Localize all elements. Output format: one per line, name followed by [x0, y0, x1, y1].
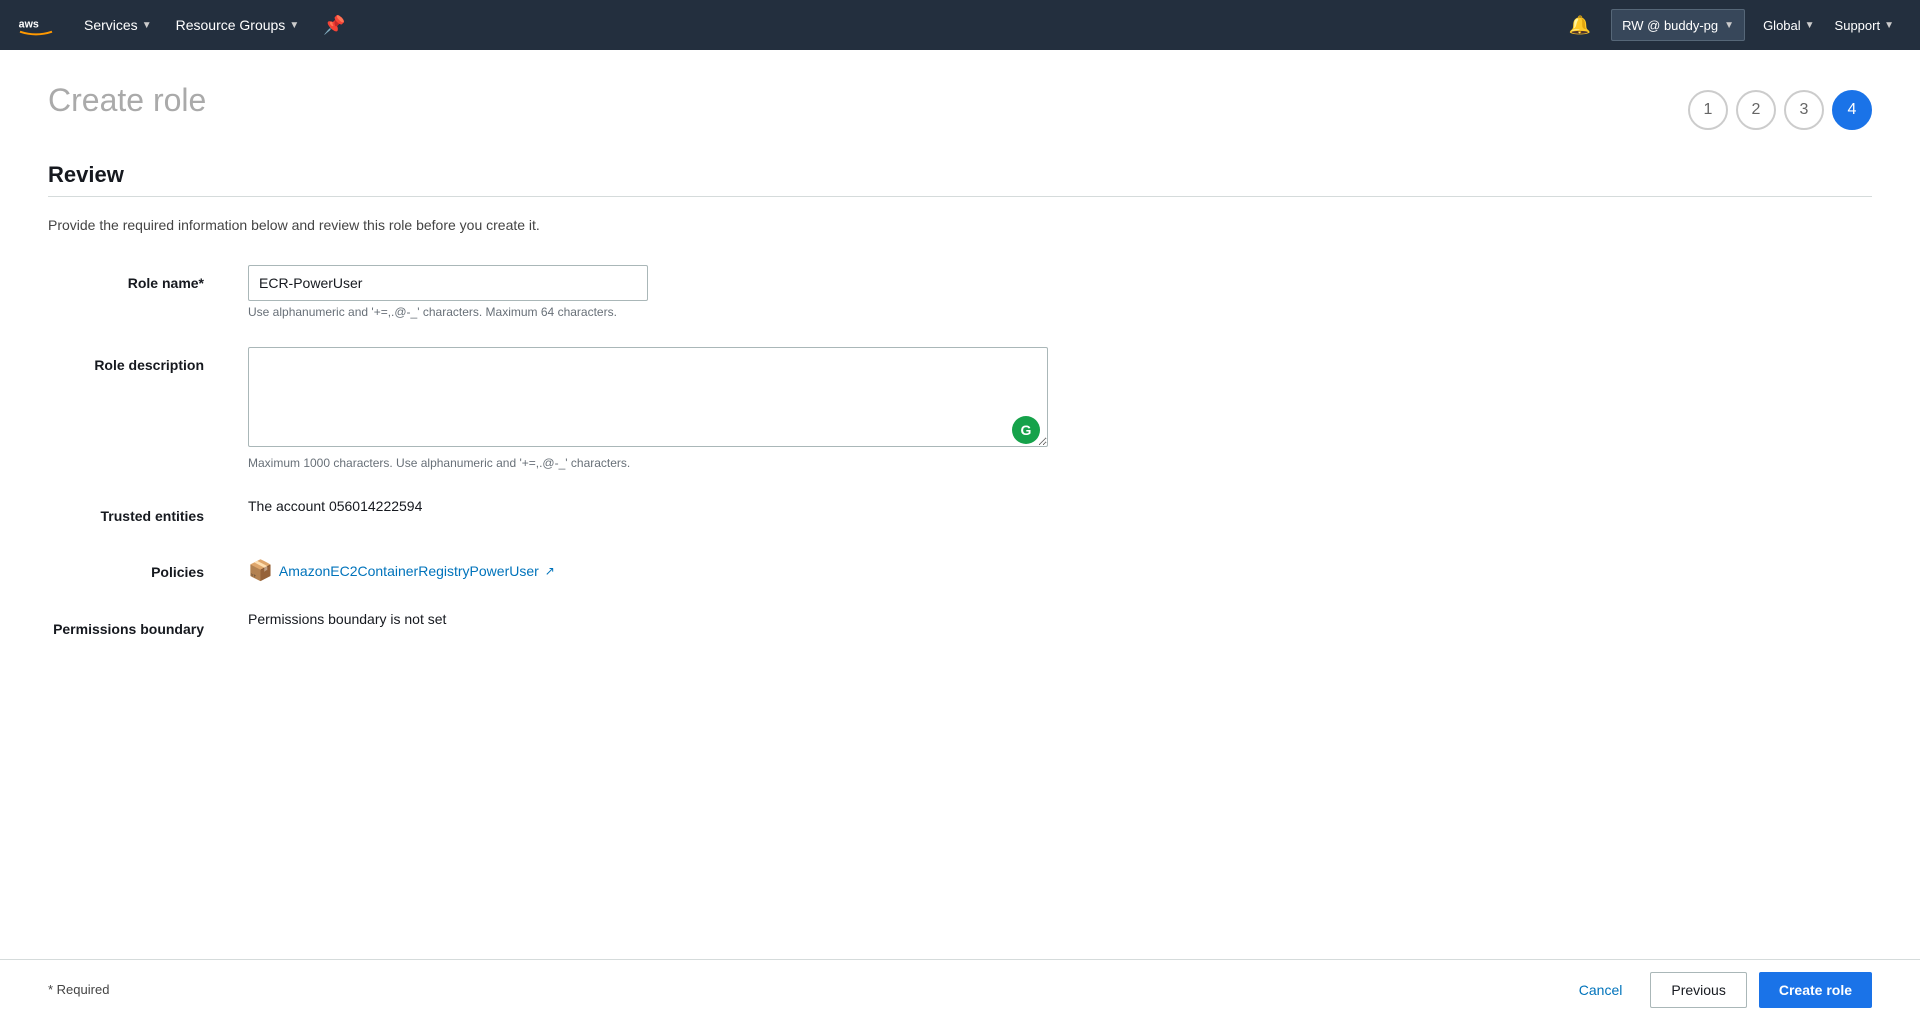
- region-menu[interactable]: Global ▼: [1753, 0, 1824, 50]
- policies-value-col: 📦 AmazonEC2ContainerRegistryPowerUser ↗: [248, 554, 1872, 583]
- account-menu[interactable]: RW @ buddy-pg ▼: [1611, 9, 1745, 41]
- section-description: Provide the required information below a…: [48, 217, 1872, 233]
- role-description-hint: Maximum 1000 characters. Use alphanumeri…: [248, 456, 1872, 470]
- support-menu[interactable]: Support ▼: [1825, 0, 1904, 50]
- trusted-entities-label: Trusted entities: [101, 496, 224, 534]
- resource-groups-chevron-icon: ▼: [289, 20, 299, 31]
- region-label: Global: [1763, 18, 1801, 33]
- page-header: Create role 1 2 3 4: [48, 82, 1872, 130]
- policy-name: AmazonEC2ContainerRegistryPowerUser: [279, 563, 539, 579]
- role-name-input[interactable]: [248, 265, 648, 301]
- required-label: * Required: [48, 982, 109, 997]
- account-chevron-icon: ▼: [1724, 20, 1734, 31]
- trusted-entities-value-col: The account 056014222594: [248, 498, 1872, 516]
- policies-label: Policies: [151, 552, 224, 590]
- role-description-value-col: G Maximum 1000 characters. Use alphanume…: [248, 347, 1872, 470]
- cancel-button[interactable]: Cancel: [1563, 974, 1639, 1006]
- create-role-button[interactable]: Create role: [1759, 972, 1872, 1008]
- policies-row: Policies 📦 AmazonEC2ContainerRegistryPow…: [48, 554, 1872, 583]
- permissions-boundary-value: Permissions boundary is not set: [248, 599, 446, 627]
- external-link-icon: ↗: [545, 564, 555, 578]
- pin-icon[interactable]: 📌: [311, 0, 357, 50]
- role-name-row: Role name* Use alphanumeric and '+=,.@-_…: [48, 265, 1872, 319]
- trusted-entities-value: The account 056014222594: [248, 486, 422, 514]
- navbar: aws Services ▼ Resource Groups ▼ 📌 🔔 RW …: [0, 0, 1920, 50]
- trusted-entities-row: Trusted entities The account 05601422259…: [48, 498, 1872, 526]
- svg-text:aws: aws: [19, 19, 39, 31]
- region-chevron-icon: ▼: [1805, 20, 1815, 31]
- policy-box-icon: 📦: [248, 558, 273, 583]
- role-name-label-col: Role name*: [48, 265, 248, 293]
- resource-groups-label: Resource Groups: [176, 17, 286, 33]
- step-indicator: 1 2 3 4: [1688, 90, 1872, 130]
- support-chevron-icon: ▼: [1884, 20, 1894, 31]
- role-name-label: Role name*: [128, 263, 224, 301]
- support-label: Support: [1835, 18, 1881, 33]
- page-footer: * Required Cancel Previous Create role: [0, 959, 1920, 1019]
- role-description-textarea[interactable]: [248, 347, 1048, 447]
- resource-groups-nav-item[interactable]: Resource Groups ▼: [164, 0, 312, 50]
- step-1[interactable]: 1: [1688, 90, 1728, 130]
- footer-actions: Cancel Previous Create role: [1563, 972, 1872, 1008]
- role-description-row: Role description G Maximum 1000 characte…: [48, 347, 1872, 470]
- grammarly-icon: G: [1012, 416, 1040, 444]
- role-description-label: Role description: [94, 345, 224, 383]
- step-4[interactable]: 4: [1832, 90, 1872, 130]
- section-title: Review: [48, 162, 1872, 188]
- previous-button[interactable]: Previous: [1650, 972, 1746, 1008]
- policy-link[interactable]: 📦 AmazonEC2ContainerRegistryPowerUser ↗: [248, 554, 1872, 583]
- permissions-boundary-row: Permissions boundary Permissions boundar…: [48, 611, 1872, 639]
- step-3[interactable]: 3: [1784, 90, 1824, 130]
- step-2[interactable]: 2: [1736, 90, 1776, 130]
- role-description-wrapper: G: [248, 347, 1048, 452]
- main-content: Create role 1 2 3 4 Review Provide the r…: [0, 50, 1920, 959]
- policies-label-col: Policies: [48, 554, 248, 582]
- bell-icon[interactable]: 🔔: [1557, 0, 1603, 50]
- account-label: RW @ buddy-pg: [1622, 18, 1718, 33]
- services-nav-item[interactable]: Services ▼: [72, 0, 164, 50]
- role-name-hint: Use alphanumeric and '+=,.@-_' character…: [248, 305, 1872, 319]
- page-title: Create role: [48, 82, 206, 119]
- section-divider: [48, 196, 1872, 197]
- permissions-boundary-label: Permissions boundary: [53, 609, 224, 647]
- aws-logo[interactable]: aws: [16, 10, 56, 40]
- permissions-boundary-value-col: Permissions boundary is not set: [248, 611, 1872, 629]
- services-chevron-icon: ▼: [142, 20, 152, 31]
- permissions-boundary-label-col: Permissions boundary: [48, 611, 248, 639]
- role-description-label-col: Role description: [48, 347, 248, 375]
- trusted-entities-label-col: Trusted entities: [48, 498, 248, 526]
- role-name-value-col: Use alphanumeric and '+=,.@-_' character…: [248, 265, 1872, 319]
- services-label: Services: [84, 17, 138, 33]
